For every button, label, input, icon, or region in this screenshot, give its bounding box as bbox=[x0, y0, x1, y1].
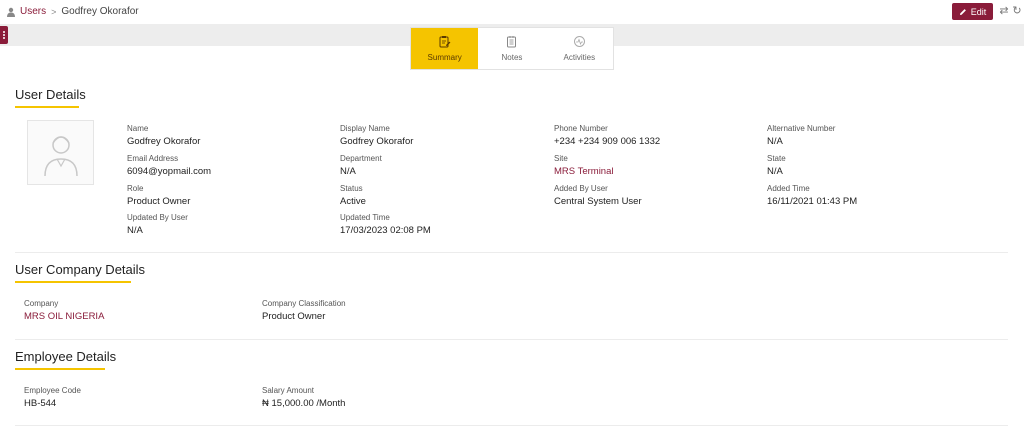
avatar bbox=[27, 120, 94, 185]
edit-button-label: Edit bbox=[970, 6, 987, 17]
breadcrumb: Users > Godfrey Okorafor bbox=[6, 6, 139, 17]
notes-icon bbox=[507, 36, 517, 48]
field-added-time: Added Time 16/11/2021 01:43 PM bbox=[767, 184, 858, 207]
company-details-title: User Company Details bbox=[15, 262, 145, 283]
phone-value: +234 +234 909 006 1332 bbox=[554, 136, 661, 147]
field-phone: Phone Number +234 +234 909 006 1332 bbox=[554, 124, 661, 147]
edit-button[interactable]: Edit bbox=[952, 3, 993, 20]
tab-summary-label: Summary bbox=[427, 53, 462, 62]
site-link[interactable]: MRS Terminal bbox=[554, 166, 613, 177]
field-state: State N/A bbox=[767, 154, 786, 177]
added-by-value: Central System User bbox=[554, 196, 642, 207]
added-time-value: 16/11/2021 01:43 PM bbox=[767, 196, 858, 207]
field-site: Site MRS Terminal bbox=[554, 154, 614, 177]
field-status: Status Active bbox=[340, 184, 366, 207]
refresh-icon[interactable]: ↻ bbox=[1011, 5, 1023, 17]
breadcrumb-users-link[interactable]: Users bbox=[20, 6, 46, 17]
top-bar: Users > Godfrey Okorafor Edit ⇄ ↻ bbox=[0, 0, 1024, 24]
employee-details-title: Employee Details bbox=[15, 349, 116, 370]
department-value: N/A bbox=[340, 166, 356, 177]
field-department: Department N/A bbox=[340, 154, 382, 177]
user-icon bbox=[7, 7, 15, 17]
tab-bar: Summary Notes Activities bbox=[410, 27, 614, 70]
employee-code-value: HB-544 bbox=[24, 398, 57, 409]
updated-time-value: 17/03/2023 02:08 PM bbox=[340, 225, 431, 236]
salary-value: ₦ 15,000.00 /Month bbox=[262, 398, 346, 409]
breadcrumb-current: Godfrey Okorafor bbox=[61, 6, 139, 17]
section-divider bbox=[15, 425, 1008, 426]
name-value: Godfrey Okorafor bbox=[127, 136, 201, 147]
updated-by-value: N/A bbox=[127, 225, 143, 236]
pencil-icon bbox=[959, 8, 966, 15]
side-menu-handle[interactable] bbox=[0, 26, 8, 44]
company-link[interactable]: MRS OIL NIGERIA bbox=[24, 311, 104, 322]
field-role: Role Product Owner bbox=[127, 184, 191, 207]
field-name: Name Godfrey Okorafor bbox=[127, 124, 201, 147]
status-value: Active bbox=[340, 196, 366, 207]
alt-phone-value: N/A bbox=[767, 136, 783, 147]
user-details-title: User Details bbox=[15, 87, 86, 108]
section-divider bbox=[15, 339, 1008, 340]
user-placeholder-icon bbox=[43, 135, 78, 176]
tab-activities-label: Activities bbox=[563, 53, 596, 62]
field-salary: Salary Amount ₦ 15,000.00 /Month bbox=[262, 386, 346, 409]
field-company-classification: Company Classification Product Owner bbox=[262, 299, 346, 322]
field-company: Company MRS OIL NIGERIA bbox=[24, 299, 105, 322]
activity-icon bbox=[573, 36, 585, 47]
field-updated-by: Updated By User N/A bbox=[127, 213, 188, 236]
field-updated-time: Updated Time 17/03/2023 02:08 PM bbox=[340, 213, 431, 236]
clipboard-edit-icon bbox=[439, 36, 451, 48]
tab-activities[interactable]: Activities bbox=[546, 28, 613, 69]
role-value: Product Owner bbox=[127, 196, 191, 207]
email-value: 6094@yopmail.com bbox=[127, 166, 212, 177]
field-display-name: Display Name Godfrey Okorafor bbox=[340, 124, 414, 147]
classification-value: Product Owner bbox=[262, 311, 326, 322]
display-name-value: Godfrey Okorafor bbox=[340, 136, 414, 147]
section-divider bbox=[15, 252, 1008, 253]
breadcrumb-separator: > bbox=[51, 6, 57, 17]
field-alt-phone: Alternative Number N/A bbox=[767, 124, 836, 147]
tab-notes[interactable]: Notes bbox=[478, 28, 545, 69]
field-email: Email Address 6094@yopmail.com bbox=[127, 154, 212, 177]
tab-summary[interactable]: Summary bbox=[411, 28, 479, 69]
field-employee-code: Employee Code HB-544 bbox=[24, 386, 81, 409]
tab-notes-label: Notes bbox=[501, 53, 523, 62]
swap-icon[interactable]: ⇄ bbox=[998, 5, 1010, 17]
field-added-by: Added By User Central System User bbox=[554, 184, 642, 207]
state-value: N/A bbox=[767, 166, 783, 177]
